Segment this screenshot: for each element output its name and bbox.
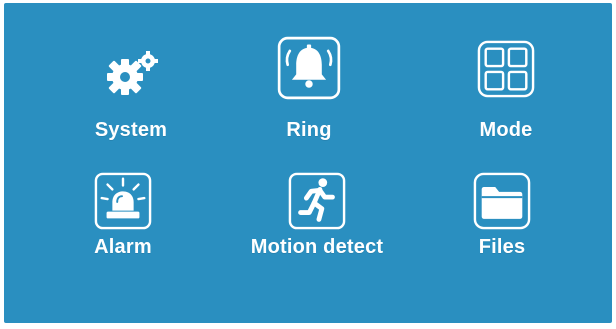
menu-item-label: Motion detect [250, 236, 384, 258]
menu-item-mode[interactable]: Mode [416, 40, 596, 150]
menu-item-alarm[interactable]: Alarm [33, 172, 213, 282]
menu-item-system[interactable]: System [41, 47, 221, 157]
menu-item-label: System [94, 119, 168, 141]
running-man-icon [288, 172, 346, 230]
bell-icon [277, 36, 341, 100]
menu-item-label: Files [478, 236, 526, 258]
menu-item-files[interactable]: Files [412, 172, 592, 282]
gears-icon [107, 51, 158, 95]
menu-item-label: Alarm [94, 236, 152, 258]
menu-screen: System Ring Mode Alarm Motion detect Fil… [4, 3, 612, 323]
menu-item-motion-detect[interactable]: Motion detect [227, 172, 407, 282]
menu-item-label: Mode [479, 119, 533, 141]
grid-icon [477, 40, 535, 98]
menu-item-label: Ring [286, 119, 332, 141]
folder-icon [473, 172, 531, 230]
siren-icon [94, 172, 152, 230]
menu-item-ring[interactable]: Ring [219, 36, 399, 146]
